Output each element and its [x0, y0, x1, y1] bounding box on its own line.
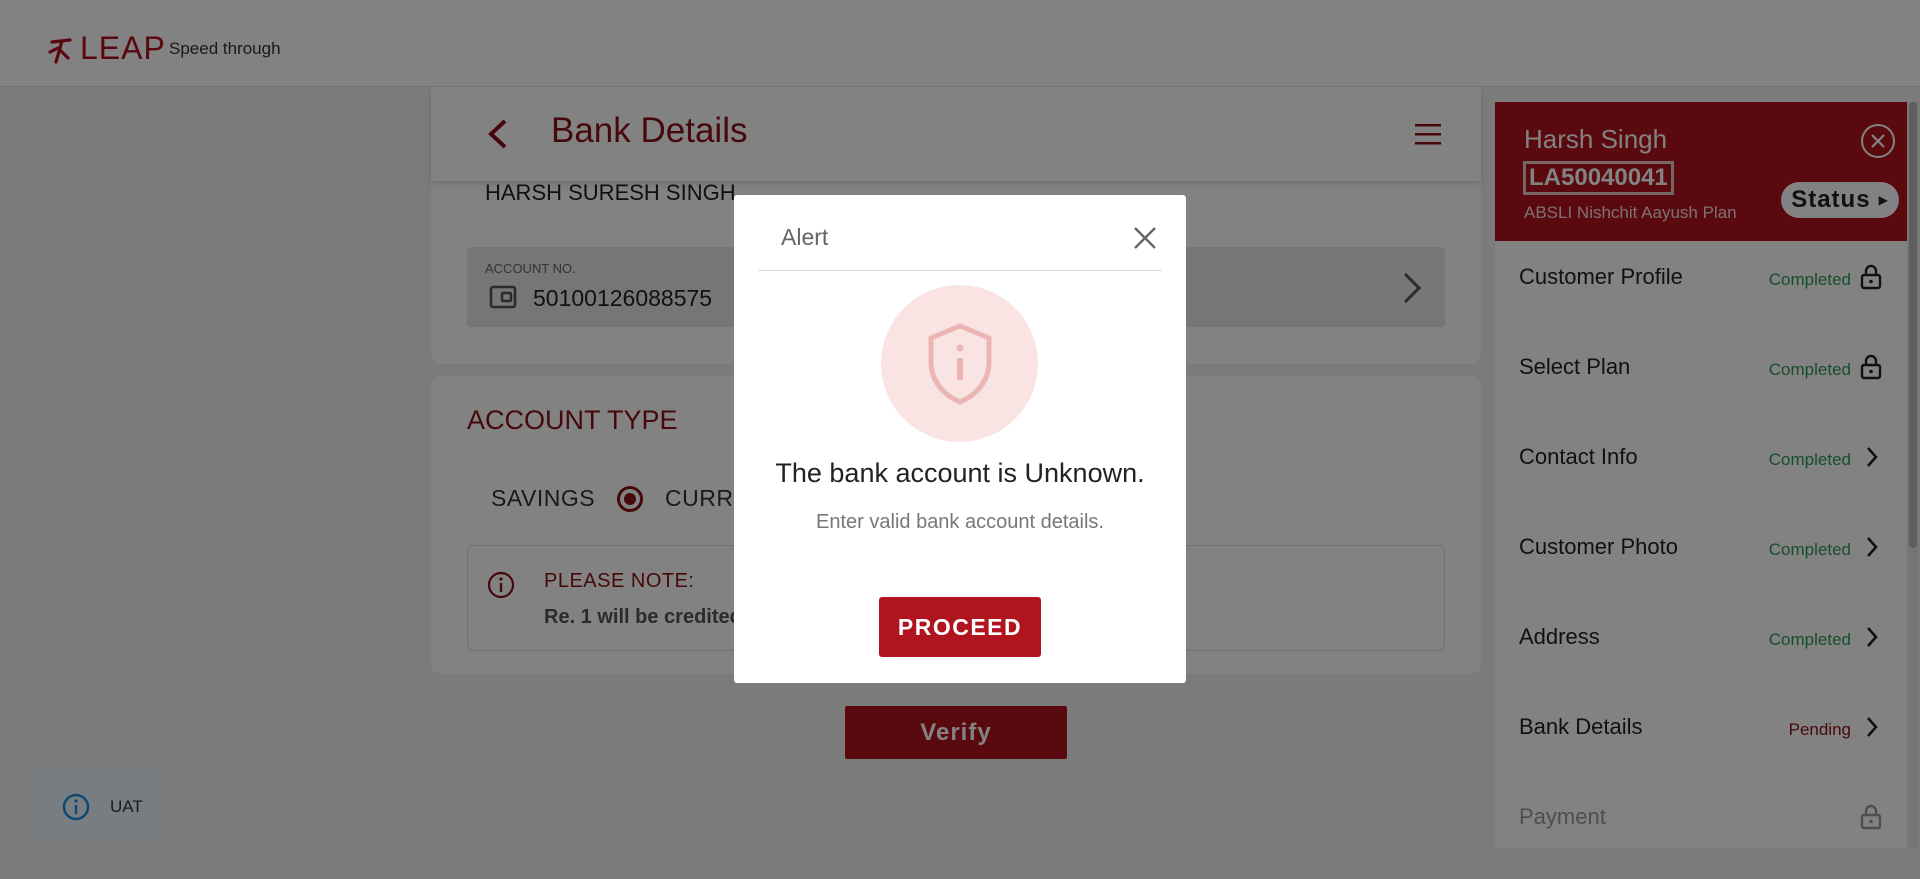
- dialog-title: Alert: [781, 224, 829, 250]
- shield-info-icon: [928, 323, 992, 405]
- dialog-divider: [758, 270, 1162, 271]
- shield-badge: [881, 285, 1038, 442]
- alert-dialog: Alert The bank account is Unknown. Enter…: [734, 195, 1186, 683]
- close-icon[interactable]: [1132, 225, 1158, 251]
- dialog-sub-message: Enter valid bank account details.: [816, 511, 1104, 533]
- proceed-button[interactable]: PROCEED: [879, 597, 1041, 657]
- dialog-message: The bank account is Unknown.: [775, 458, 1145, 488]
